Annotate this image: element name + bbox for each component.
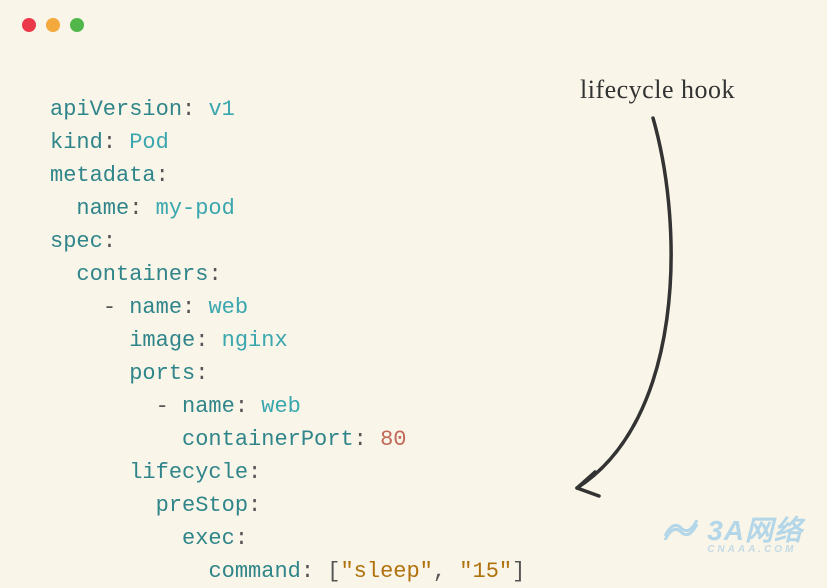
annotation-label: lifecycle hook bbox=[580, 75, 735, 105]
window-controls bbox=[22, 18, 84, 32]
yaml-key: preStop bbox=[156, 493, 248, 518]
yaml-value: nginx bbox=[222, 328, 288, 353]
watermark-subtext: CNAAA.COM bbox=[707, 545, 803, 555]
maximize-dot-icon bbox=[70, 18, 84, 32]
yaml-key: image bbox=[129, 328, 195, 353]
yaml-key: name bbox=[129, 295, 182, 320]
yaml-value: 80 bbox=[380, 427, 406, 452]
yaml-string: "15" bbox=[459, 559, 512, 584]
yaml-value: my-pod bbox=[156, 196, 235, 221]
watermark-logo-icon bbox=[663, 514, 699, 540]
yaml-value: web bbox=[208, 295, 248, 320]
yaml-key: containerPort bbox=[182, 427, 354, 452]
watermark-text: 3A网络 bbox=[707, 517, 803, 545]
yaml-key: kind bbox=[50, 130, 103, 155]
yaml-key: metadata bbox=[50, 163, 156, 188]
close-dot-icon bbox=[22, 18, 36, 32]
arrow-icon bbox=[565, 110, 705, 510]
yaml-value: web bbox=[261, 394, 301, 419]
yaml-key: name bbox=[182, 394, 235, 419]
yaml-key: lifecycle bbox=[129, 460, 248, 485]
yaml-key: apiVersion bbox=[50, 97, 182, 122]
minimize-dot-icon bbox=[46, 18, 60, 32]
yaml-key: exec bbox=[182, 526, 235, 551]
watermark: 3A网络 CNAAA.COM bbox=[663, 514, 803, 555]
yaml-string: "sleep" bbox=[340, 559, 432, 584]
yaml-code-block: apiVersion: v1 kind: Pod metadata: name:… bbox=[50, 60, 525, 588]
yaml-key: command bbox=[208, 559, 300, 584]
yaml-key: spec bbox=[50, 229, 103, 254]
yaml-key: containers bbox=[76, 262, 208, 287]
yaml-value: v1 bbox=[208, 97, 234, 122]
yaml-value: Pod bbox=[129, 130, 169, 155]
yaml-key: ports bbox=[129, 361, 195, 386]
yaml-key: name bbox=[76, 196, 129, 221]
